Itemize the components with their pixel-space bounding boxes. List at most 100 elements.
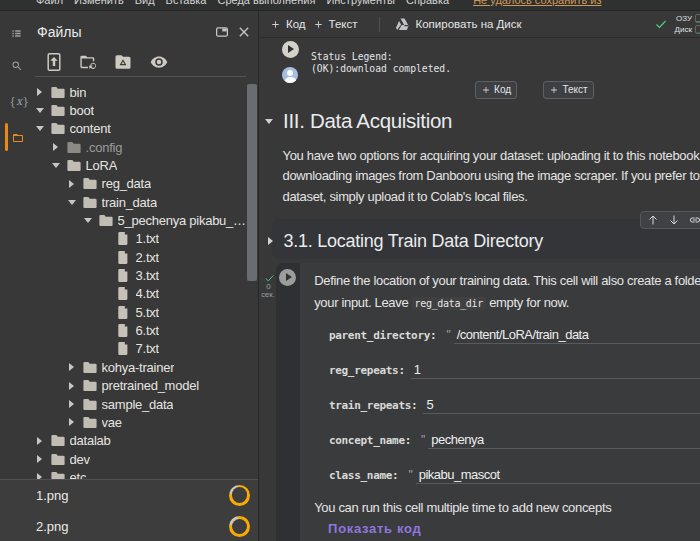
dock-panel-icon[interactable] (215, 25, 229, 39)
tree-row[interactable]: 5.txt (0, 303, 251, 321)
file-icon (118, 306, 129, 319)
tree-caret[interactable] (51, 143, 61, 151)
tree-caret[interactable] (67, 200, 77, 205)
tree-row[interactable]: datalab (0, 432, 251, 450)
sidebar-scrollbar-thumb[interactable] (247, 84, 257, 281)
field-label: train_repeats: (329, 399, 418, 412)
tree-row[interactable]: LoRA (0, 156, 251, 174)
file-icon (118, 342, 129, 355)
tree-row[interactable]: vae (0, 413, 251, 431)
disk-label: Диск (673, 25, 692, 34)
tree-row[interactable]: 3.txt (0, 266, 251, 284)
mount-drive-icon[interactable] (114, 53, 132, 71)
tree-row[interactable]: bin (0, 83, 251, 101)
tree-caret[interactable] (51, 163, 61, 168)
run-cell-button[interactable] (282, 41, 299, 58)
move-cell-up-icon[interactable] (647, 214, 659, 226)
tree-row[interactable]: 1.txt (0, 230, 251, 248)
collapse-section-caret[interactable] (265, 119, 273, 124)
menu-item[interactable]: Справка (406, 0, 449, 6)
tree-row[interactable]: etc (0, 468, 251, 478)
show-code-link[interactable]: Показать код (328, 521, 421, 536)
insert-text-cell-button[interactable]: Текст (543, 81, 594, 99)
code-cell: Define the location of your training dat… (276, 263, 700, 541)
tree-caret[interactable] (35, 88, 45, 96)
drive-icon (396, 18, 409, 30)
file-icon (118, 251, 129, 264)
notebook-toolbar: Код Текст Копировать на Диск ОЗУ (260, 11, 700, 38)
tree-row[interactable]: 2.txt (0, 248, 251, 266)
tree-row[interactable]: dev (0, 450, 251, 468)
tree-row[interactable]: train_data (0, 193, 251, 211)
tree-row[interactable]: content (0, 120, 251, 138)
move-cell-down-icon[interactable] (668, 214, 680, 226)
menu-item[interactable]: Вид (135, 0, 155, 6)
collapse-section-caret[interactable] (268, 237, 273, 245)
tree-row[interactable]: 6.txt (0, 321, 251, 339)
tree-caret[interactable] (83, 218, 93, 223)
tree-row[interactable]: .config (0, 138, 251, 156)
inline-code: reg_data_dir (412, 297, 486, 310)
tree-label: etc (70, 470, 87, 479)
menubar: Файл Изменить Вид Вставка Среда выполнения Ин… (0, 0, 700, 11)
tree-caret[interactable] (35, 437, 45, 445)
folder-icon (51, 87, 65, 98)
search-icon[interactable] (11, 60, 23, 72)
upload-file-name: 1.png (36, 488, 69, 503)
file-icon (118, 324, 129, 337)
tree-caret[interactable] (67, 382, 77, 390)
add-text-button[interactable]: Текст (313, 18, 358, 30)
tree-row[interactable]: boot (0, 101, 251, 119)
menu-item[interactable]: Среда выполнения (217, 0, 315, 6)
tree-caret[interactable] (35, 108, 45, 113)
field-input[interactable]: pechenya (428, 432, 700, 449)
autosave-alert-link[interactable]: Не удалось сохранить из (473, 0, 601, 6)
notebook-scroll-area: Status Legend:(OK):download completed. К… (260, 38, 700, 541)
refresh-folder-icon[interactable] (79, 53, 97, 71)
tree-row[interactable]: 7.txt (0, 340, 251, 358)
menu-item[interactable]: Вставка (166, 0, 207, 6)
menu-item[interactable]: Изменить (74, 0, 124, 6)
tree-row[interactable]: kohya-trainer (0, 358, 251, 376)
tree-row[interactable]: 5_pechenya pikabu_mascot (0, 211, 251, 229)
paragraph-line: downloading images from Danbooru using t… (283, 166, 700, 186)
copy-to-drive-label: Копировать на Диск (416, 18, 522, 30)
menu-items: Файл Изменить Вид Вставка Среда выполнения Ин… (36, 0, 601, 6)
tree-label: 6.txt (136, 323, 159, 338)
toggle-hidden-files-eye-icon[interactable] (150, 53, 168, 71)
tree-caret[interactable] (67, 418, 77, 426)
table-of-contents-icon[interactable] (10, 28, 23, 39)
file-icon (118, 269, 129, 282)
tree-caret[interactable] (67, 180, 77, 188)
tree-label: bin (70, 85, 87, 100)
tree-caret[interactable] (67, 400, 77, 408)
folder-icon (51, 454, 65, 465)
tree-label: LoRA (86, 158, 118, 173)
tree-row[interactable]: sample_data (0, 395, 251, 413)
insert-code-cell-button[interactable]: Код (475, 81, 518, 99)
menu-item[interactable]: Инструменты (326, 0, 395, 6)
field-input[interactable]: /content/LoRA/train_data (454, 327, 700, 344)
field-input[interactable]: 5 (423, 397, 700, 414)
folder-icon (51, 105, 65, 116)
folder-icon (83, 178, 97, 189)
tree-caret[interactable] (35, 455, 45, 463)
menu-item[interactable]: Файл (36, 0, 63, 6)
field-input[interactable]: 1 (411, 362, 700, 379)
upload-progress-spinner (229, 485, 250, 506)
link-to-cell-icon[interactable] (689, 214, 700, 226)
run-cell-button[interactable] (279, 269, 296, 286)
tree-row[interactable]: reg_data (0, 175, 251, 193)
tree-label: pretrained_model (102, 378, 199, 393)
resources-indicator[interactable]: ОЗУ Диск (655, 13, 700, 35)
add-code-button[interactable]: Код (270, 18, 306, 30)
copy-to-drive-button[interactable]: Копировать на Диск (396, 18, 522, 30)
tree-row[interactable]: 4.txt (0, 285, 251, 303)
close-panel-icon[interactable] (236, 24, 252, 40)
upload-file-icon[interactable] (45, 53, 63, 71)
tree-row[interactable]: pretrained_model (0, 377, 251, 395)
tree-caret[interactable] (35, 126, 45, 131)
field-input[interactable]: pikabu_mascot (416, 467, 700, 484)
tree-caret[interactable] (67, 363, 77, 371)
tree-label: sample_data (102, 397, 174, 412)
